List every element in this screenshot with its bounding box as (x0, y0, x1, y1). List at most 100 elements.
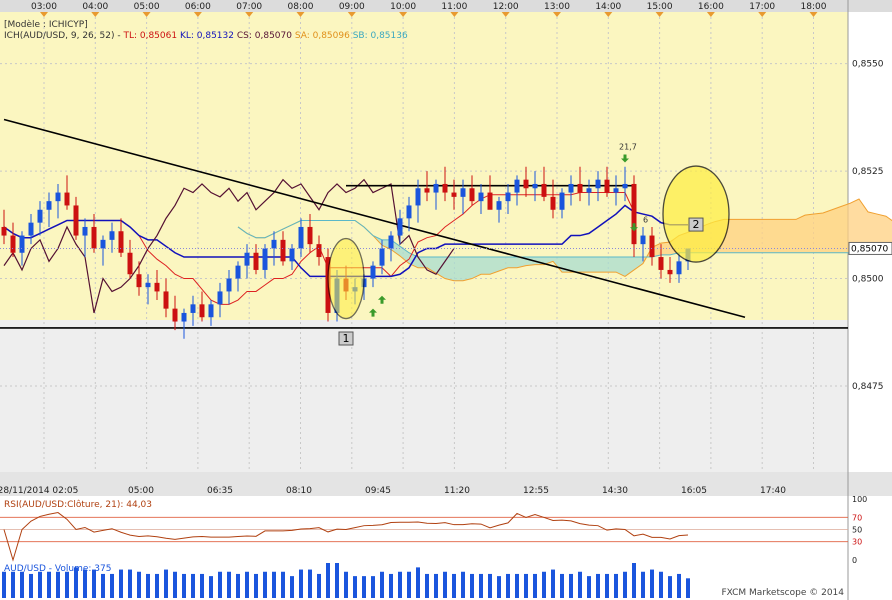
volume-bar (425, 573, 429, 598)
candle-body (163, 291, 169, 309)
volume-bar (479, 573, 483, 598)
kumo-cloud-segment (598, 257, 607, 273)
volume-bar (308, 569, 312, 598)
kumo-cloud-segment (607, 257, 616, 273)
top-time-label: 06:00 (185, 2, 211, 12)
candle-body (370, 265, 376, 279)
candle-body (226, 278, 232, 292)
top-time-label: 10:00 (390, 2, 416, 12)
candle-body (577, 183, 583, 193)
volume-bar (461, 571, 465, 598)
volume-bar (605, 573, 609, 598)
rsi-level-label: 50 (852, 526, 862, 535)
candle-body (172, 308, 178, 322)
kl-value: KL: 0,85132 (179, 31, 234, 41)
kumo-cloud-segment (886, 216, 892, 247)
current-price-label: 0,85070 (851, 244, 888, 254)
candle-body (676, 261, 682, 275)
volume-bar (245, 571, 249, 598)
bottom-time-label: 11:20 (444, 486, 470, 496)
candle-body (496, 201, 502, 210)
volume-bar (137, 571, 141, 598)
kumo-cloud-segment (454, 257, 463, 281)
volume-bar (452, 573, 456, 598)
candle-body (73, 205, 79, 236)
price-tick-label: 0,8525 (852, 167, 884, 177)
kumo-cloud-segment (814, 212, 823, 253)
cs-value: CS: 0,85070 (236, 31, 292, 41)
tl-value: TL: 0,85061 (123, 31, 178, 41)
candle-body (253, 252, 259, 270)
price-tick-label: 0,8500 (852, 275, 884, 285)
volume-bar (659, 571, 663, 598)
bottom-time-label: 17:40 (760, 486, 786, 496)
volume-bar (632, 563, 636, 598)
top-time-label: 09:00 (339, 2, 365, 12)
volume-bar (164, 569, 168, 598)
top-time-label: 05:00 (134, 2, 160, 12)
candle-body (118, 231, 124, 253)
candle-body (316, 244, 322, 258)
volume-bar (101, 573, 105, 598)
kumo-cloud-segment (778, 219, 787, 253)
candle-body (82, 226, 88, 236)
bottom-time-label: 16:05 (681, 486, 707, 496)
volume-bar (416, 567, 420, 598)
candle-body (100, 239, 106, 249)
candle-body (280, 239, 286, 262)
volume-bar (110, 573, 114, 598)
top-time-label: 11:00 (441, 2, 467, 12)
volume-bar (434, 573, 438, 598)
candle-body (262, 248, 268, 270)
ichimoku-name: ICH(AUD/USD, 9, 26, 52) - (4, 31, 121, 41)
top-time-label: 18:00 (801, 2, 827, 12)
candle-body (19, 235, 25, 253)
kumo-cloud-segment (481, 257, 490, 275)
ichimoku-legend: ICH(AUD/USD, 9, 26, 52) - TL: 0,85061 KL… (4, 31, 408, 42)
kumo-cloud-segment (661, 242, 670, 255)
candle-body (649, 235, 655, 258)
template-label: [Modèle : ICHICYP] (4, 20, 88, 30)
volume-bar (128, 569, 132, 598)
bottom-time-label: 06:35 (207, 486, 233, 496)
bottom-time-label: 05:00 (128, 486, 154, 496)
candle-body (523, 179, 529, 189)
candle-body (217, 291, 223, 305)
candle-body (514, 179, 520, 193)
candle-body (388, 235, 394, 249)
candle-body (658, 257, 664, 270)
bottom-time-label: 28/11/2014 02:05 (0, 486, 78, 496)
volume-bar (344, 571, 348, 598)
candle-body (208, 304, 214, 318)
kumo-cloud-segment (751, 219, 760, 253)
volume-bar (281, 571, 285, 598)
candle-body (190, 304, 196, 313)
candle-body (379, 248, 385, 266)
rsi-level-label: 70 (852, 513, 862, 522)
top-time-label: 04:00 (82, 2, 108, 12)
candle-body (487, 192, 493, 210)
volume-bar (335, 563, 339, 598)
candle-body (154, 282, 160, 292)
volume-bar (290, 576, 294, 598)
top-time-label: 17:00 (749, 2, 775, 12)
volume-bar (524, 573, 528, 598)
sa-value: SA: 0,85096 (294, 31, 350, 41)
annotation-number-1: 1 (343, 332, 350, 345)
volume-bar (182, 573, 186, 598)
candle-body (91, 226, 97, 249)
chart-window: 03:00 04:00 05:00 06:00 07:00 08:00 09:00 10:00… (0, 0, 892, 600)
candle-body (199, 304, 205, 318)
kumo-cloud-segment (445, 257, 454, 281)
volume-bar (191, 573, 195, 598)
candle-body (460, 188, 466, 197)
volume-bar (47, 571, 51, 598)
volume-bar (560, 573, 564, 598)
volume-bar (155, 573, 159, 598)
candle-body (631, 183, 637, 245)
lower-plot-area (0, 320, 848, 472)
volume-bar (326, 563, 330, 598)
candle-body (640, 235, 646, 245)
candle-body (532, 183, 538, 189)
candle-body (451, 192, 457, 197)
